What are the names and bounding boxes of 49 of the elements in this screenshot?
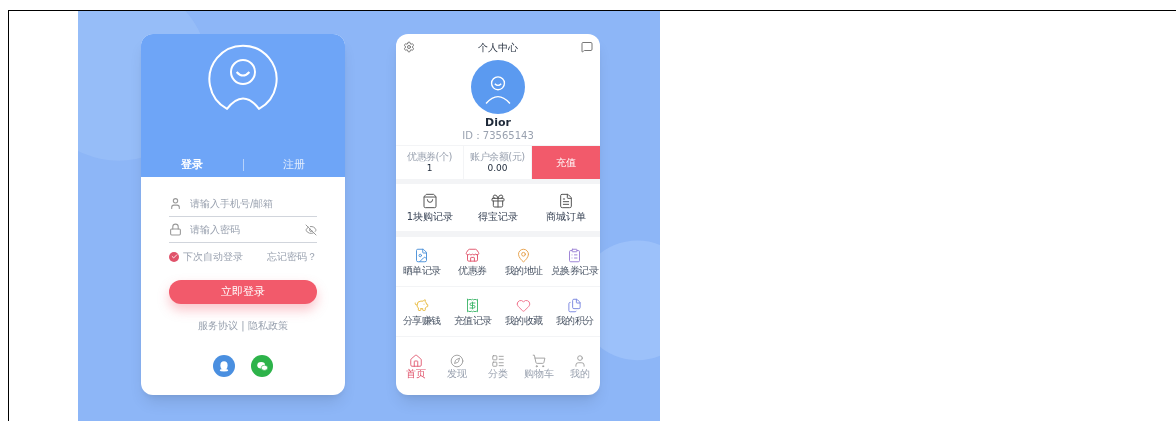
user-icon <box>169 197 182 210</box>
service-item[interactable]: 充值记录 <box>447 297 498 326</box>
piggy-bank-icon <box>414 297 429 313</box>
chat-bubbles-icon <box>255 359 269 373</box>
service-item[interactable]: 兑换券记录 <box>549 247 600 276</box>
home-icon <box>409 353 424 368</box>
stat-value: 1 <box>426 163 433 175</box>
service-item[interactable]: 晒单记录 <box>396 247 447 276</box>
files-icon <box>567 297 582 313</box>
user-id: ID：73565143 <box>462 129 534 143</box>
bag-icon <box>422 193 438 210</box>
user-name: Dior <box>485 116 511 130</box>
image-file-icon <box>414 247 429 263</box>
remember-label: 下次自动登录 <box>183 250 243 264</box>
menu-item[interactable]: 得宝记录 <box>464 193 532 223</box>
service-item[interactable]: 我的收藏 <box>498 297 549 326</box>
service-item[interactable]: 我的积分 <box>549 297 600 326</box>
penguin-icon <box>218 360 230 372</box>
service-item[interactable]: 分享赚钱 <box>396 297 447 326</box>
menu-item[interactable]: 商城订单 <box>532 193 600 223</box>
cart-icon <box>531 353 546 368</box>
terms-links: 服务协议 | 隐私政策 <box>197 319 289 333</box>
gift-icon <box>490 193 506 210</box>
service-item[interactable]: 我的地址 <box>498 247 549 276</box>
user-icon <box>572 353 587 368</box>
heart-icon <box>516 297 531 313</box>
input-field[interactable]: 请输入密码 <box>190 222 290 237</box>
menu-item[interactable]: 1块购记录 <box>396 193 464 223</box>
penguin-login-button[interactable] <box>213 355 235 377</box>
chat-login-button[interactable] <box>251 355 273 377</box>
compass-icon <box>450 353 465 368</box>
document-icon <box>558 193 574 210</box>
message-icon[interactable] <box>581 41 593 53</box>
eye-off-icon[interactable] <box>305 223 317 236</box>
service-item[interactable]: 优惠券 <box>447 247 498 276</box>
remember-checkbox[interactable] <box>169 251 179 262</box>
stat-label: 优惠券(个) <box>407 150 452 164</box>
map-pin-icon <box>516 247 531 263</box>
input-field[interactable]: 请输入手机号/邮箱 <box>190 196 290 211</box>
stat-value: 0.00 <box>487 163 508 175</box>
page-title: 个人中心 <box>478 40 518 55</box>
stat-label: 账户余额(元) <box>470 150 525 164</box>
list-icon <box>491 353 505 368</box>
store-icon <box>465 247 480 263</box>
settings-icon[interactable] <box>403 41 415 53</box>
lock-icon <box>169 223 182 236</box>
tab-bar-item[interactable]: 首页 <box>396 353 437 379</box>
clipboard-icon <box>567 247 582 263</box>
receipt-icon <box>465 297 480 313</box>
